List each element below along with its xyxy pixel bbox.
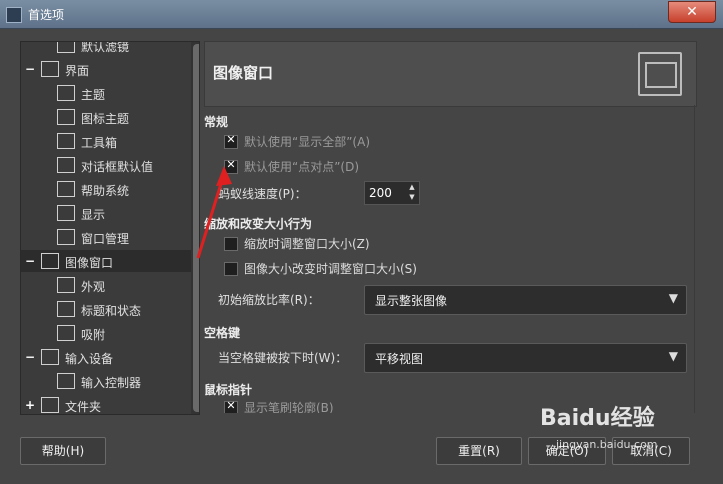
preferences-window: 首选项 ✕ + 文件夹 输入控制器 − 输入设备 吸附 标题和状态 外观 − 图像窗口 窗口管理 显示… [0,0,723,484]
watermark-url: jingyan.baidu.com [556,438,658,451]
watermark-logo: Baidu经验 [540,406,655,431]
